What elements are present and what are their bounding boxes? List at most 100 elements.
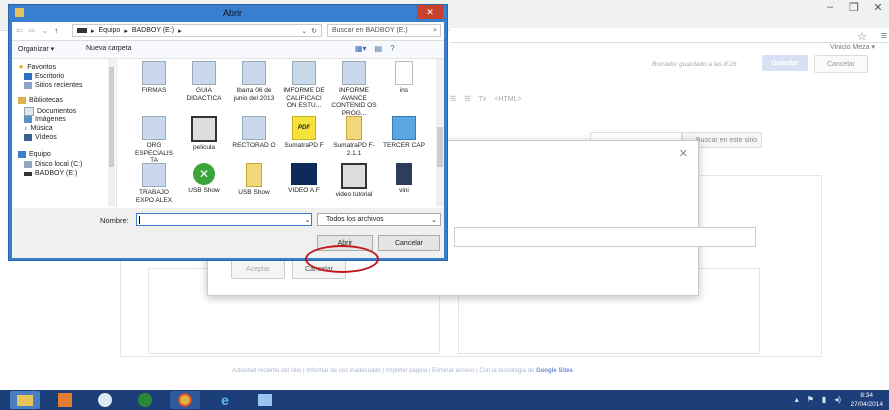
footer-links[interactable]: Actividad reciente del sitio | Informar … bbox=[232, 368, 573, 374]
align-right-icon[interactable]: ☰ bbox=[464, 95, 470, 103]
menu-icon[interactable]: ≡ bbox=[881, 30, 887, 42]
chevron-down-icon[interactable]: ⌄ bbox=[301, 27, 307, 35]
photo-viewer-icon[interactable] bbox=[250, 391, 280, 409]
nav-videos[interactable]: Vídeos bbox=[24, 134, 57, 141]
flag-icon[interactable]: ⚑ bbox=[807, 395, 814, 404]
filename-label: Nombre: bbox=[100, 216, 129, 225]
annotation-circle bbox=[305, 245, 379, 273]
media-center-icon[interactable] bbox=[130, 391, 160, 409]
user-menu[interactable]: Vinicio Meza ▾ bbox=[830, 43, 875, 51]
search-input[interactable]: Buscar en BADBOY (E:) ⌕ bbox=[327, 24, 441, 37]
folder-icon bbox=[242, 61, 266, 85]
address-bar[interactable] bbox=[450, 28, 889, 43]
clock[interactable]: 8:34 27/04/2014 bbox=[850, 391, 883, 409]
folder-icon bbox=[192, 61, 216, 85]
crumb-drive[interactable]: BADBOY (E:) bbox=[132, 27, 174, 34]
footer-text[interactable]: Actividad reciente del sitio | Informar … bbox=[232, 368, 534, 374]
footer-brand[interactable]: Google Sites bbox=[536, 368, 573, 374]
html-button[interactable]: <HTML> bbox=[494, 96, 521, 103]
file-item[interactable]: TRABAJO EXPO ALEX bbox=[131, 163, 177, 204]
nav-badboy[interactable]: BADBOY (E:) bbox=[24, 170, 77, 177]
close-icon[interactable]: ✕ bbox=[871, 1, 885, 14]
file-scrollbar[interactable] bbox=[436, 59, 444, 207]
dropdown-icon[interactable]: ⌄ bbox=[41, 26, 48, 35]
nav-music[interactable]: ♪ Música bbox=[24, 125, 53, 132]
nav-local-disk[interactable]: Disco local (C:) bbox=[24, 161, 82, 168]
back-icon[interactable]: ⇦ bbox=[16, 26, 23, 35]
nav-documents[interactable]: Documentos bbox=[24, 107, 76, 116]
nav-desktop[interactable]: Escritorio bbox=[24, 73, 64, 80]
crumb-equipo[interactable]: Equipo bbox=[99, 27, 121, 34]
new-folder-button[interactable]: Nueva carpeta bbox=[86, 45, 132, 52]
draft-status: Borrador guardado a las 8:26 bbox=[652, 61, 737, 68]
file-item[interactable]: Ibarra 06 de junio del 2013 bbox=[231, 61, 277, 102]
url-field[interactable] bbox=[454, 227, 756, 247]
office-icon[interactable] bbox=[50, 391, 80, 409]
up-icon[interactable]: ↑ bbox=[54, 26, 58, 35]
cancel-button[interactable]: Cancelar bbox=[814, 55, 868, 73]
internet-explorer-icon[interactable]: e bbox=[210, 391, 240, 409]
usb-drive-icon bbox=[24, 171, 32, 176]
chevron-down-icon[interactable]: ⌄ bbox=[302, 213, 313, 226]
dialog-title: Abrir bbox=[223, 8, 243, 18]
file-item[interactable]: USB Show bbox=[231, 163, 277, 197]
file-item[interactable]: TERCER CAP bbox=[381, 116, 427, 150]
refresh-icon[interactable]: ↻ bbox=[311, 27, 317, 35]
nav-favorites[interactable]: ★ Favoritos bbox=[18, 63, 56, 72]
clear-format-icon[interactable]: Tx bbox=[479, 96, 487, 103]
tray-arrow-icon[interactable]: ▴ bbox=[795, 395, 799, 404]
videos-icon bbox=[24, 134, 32, 141]
file-item[interactable]: ins bbox=[381, 61, 427, 95]
preview-pane-icon[interactable]: ▤ bbox=[375, 44, 383, 53]
file-item[interactable]: VIDEO A.F bbox=[281, 163, 327, 195]
drive-icon bbox=[77, 28, 87, 33]
align-center-icon[interactable]: ☰ bbox=[450, 95, 456, 103]
usb-show-icon: ✕ bbox=[193, 163, 215, 185]
file-item[interactable]: FIRMAS bbox=[131, 61, 177, 95]
filename-input[interactable] bbox=[136, 213, 312, 226]
nav-computer[interactable]: Equipo bbox=[18, 151, 51, 158]
explorer-icon[interactable] bbox=[10, 391, 40, 409]
file-item[interactable]: ✕ USB Show bbox=[181, 163, 227, 195]
forward-icon[interactable]: ⇨ bbox=[29, 26, 36, 35]
maximize-icon[interactable]: ❐ bbox=[847, 1, 861, 14]
organize-button[interactable]: Organizar ▾ bbox=[18, 45, 54, 53]
file-item[interactable]: IMFORME DE CALIFICACI ON ESTU... bbox=[281, 61, 327, 110]
open-file-dialog: Abrir ✕ ⇦ ⇨ ⌄ ↑ ▸ Equipo ▸ BADBOY (E:) ▸… bbox=[8, 4, 448, 261]
disk-icon bbox=[24, 161, 32, 168]
desktop-icon bbox=[24, 73, 32, 80]
star-icon[interactable]: ☆ bbox=[857, 30, 867, 43]
dialog-close-button[interactable]: ✕ bbox=[417, 5, 443, 19]
file-item[interactable]: ORG ESPECIALIS TA bbox=[131, 116, 177, 165]
photo-icon bbox=[396, 163, 412, 185]
help-icon[interactable]: ? bbox=[390, 44, 394, 53]
file-item[interactable]: RECTORAD O bbox=[231, 116, 277, 150]
zip-folder-icon bbox=[246, 163, 262, 187]
file-item[interactable]: vini bbox=[381, 163, 427, 195]
file-type-select[interactable]: Todos los archivos ⌄ bbox=[317, 213, 441, 226]
file-item[interactable]: PDF SumatraPD F bbox=[281, 116, 327, 150]
nav-recent[interactable]: Sitios recientes bbox=[24, 82, 82, 89]
network-icon[interactable]: ▮ bbox=[822, 395, 826, 404]
clock-time: 8:34 bbox=[860, 392, 874, 399]
media-player-icon[interactable] bbox=[90, 391, 120, 409]
volume-icon[interactable]: ◂) bbox=[834, 395, 841, 404]
minimize-icon[interactable]: – bbox=[823, 1, 837, 14]
nav-scrollbar[interactable] bbox=[108, 59, 115, 207]
nav-images[interactable]: Imágenes bbox=[24, 116, 66, 123]
file-item[interactable]: SumatraPD F-2.1.1 bbox=[331, 116, 377, 157]
file-item[interactable]: INFORME AVANCE CONTENID OS PROG... bbox=[331, 61, 377, 117]
file-item[interactable]: video tutorial bbox=[331, 163, 377, 199]
save-button[interactable]: Guardar bbox=[762, 55, 808, 71]
accept-button[interactable]: Aceptar bbox=[231, 259, 285, 279]
nav-libraries[interactable]: Bibliotecas bbox=[18, 97, 63, 104]
view-icon[interactable]: ▦▾ bbox=[355, 44, 367, 53]
close-icon[interactable]: ✕ bbox=[679, 147, 688, 160]
file-item[interactable]: GUIA DIDACTICA bbox=[181, 61, 227, 102]
breadcrumb[interactable]: ▸ Equipo ▸ BADBOY (E:) ▸ ⌄ ↻ bbox=[72, 24, 322, 37]
chrome-icon[interactable] bbox=[170, 391, 200, 409]
cancel-dialog-button[interactable]: Cancelar bbox=[378, 235, 440, 251]
file-item[interactable]: pelicula bbox=[181, 116, 227, 152]
dialog-titlebar[interactable]: Abrir ✕ bbox=[9, 5, 447, 21]
video-file-icon bbox=[341, 163, 367, 189]
